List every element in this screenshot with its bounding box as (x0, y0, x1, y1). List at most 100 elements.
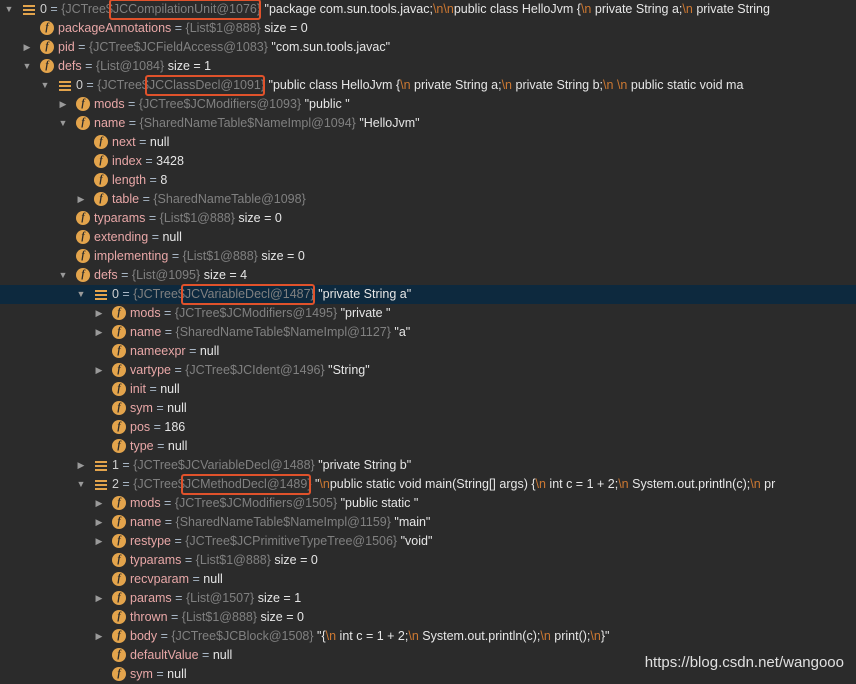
tree-row-content: recvparam = null (130, 572, 223, 586)
variable-name: mods (94, 97, 125, 111)
tree-row-content: nameexpr = null (130, 344, 220, 358)
expanded-arrow-icon[interactable]: ▼ (21, 57, 33, 76)
tree-row[interactable]: ▼ 0 = {JCTree$JCCompilationUnit@1076} "pa… (0, 0, 856, 19)
collapsed-arrow-icon[interactable]: ▶ (93, 323, 105, 342)
field-icon: f (112, 401, 126, 415)
variable-name: 0 (40, 2, 47, 16)
variable-value: "package com.sun.tools.javac;\n\npublic … (264, 2, 770, 16)
tree-row[interactable]: ▶ f mods = {JCTree$JCModifiers@1093} "publ… (0, 95, 856, 114)
tree-row[interactable]: f type = null (0, 437, 856, 456)
tree-row[interactable]: ▶ f body = {JCTree$JCBlock@1508} "{\n int … (0, 627, 856, 646)
variable-name: packageAnnotations (58, 21, 172, 35)
tree-row[interactable]: ▼ f name = {SharedNameTable$NameImpl@1094}… (0, 114, 856, 133)
collapsed-arrow-icon[interactable]: ▶ (75, 456, 87, 475)
tree-row[interactable]: f packageAnnotations = {List$1@888} size … (0, 19, 856, 38)
collapsed-arrow-icon[interactable]: ▶ (75, 190, 87, 209)
tree-row[interactable]: ▼ 0 = {JCTree$JCClassDecl@1091} "public c… (0, 76, 856, 95)
tree-row[interactable]: ▶ f params = {List@1507} size = 1 (0, 589, 856, 608)
tree-row[interactable]: ▶ f name = {SharedNameTable$NameImpl@1159}… (0, 513, 856, 532)
tree-row[interactable]: ▶ f pid = {JCTree$JCFieldAccess@1083} "com… (0, 38, 856, 57)
tree-row[interactable]: f index = 3428 (0, 152, 856, 171)
variable-value: "private String a" (318, 287, 412, 301)
tree-row[interactable]: f thrown = {List$1@888} size = 0 (0, 608, 856, 627)
tree-row[interactable]: f next = null (0, 133, 856, 152)
tree-row[interactable]: f recvparam = null (0, 570, 856, 589)
variable-type: {SharedNameTable$NameImpl@1094} (139, 116, 356, 130)
collapsed-arrow-icon[interactable]: ▶ (93, 532, 105, 551)
variable-name: 2 (112, 477, 119, 491)
variable-value: size = 1 (167, 59, 212, 73)
variable-type: {JCTree$JCPrimitiveTypeTree@1506} (185, 534, 398, 548)
tree-row[interactable]: f extending = null (0, 228, 856, 247)
expanded-arrow-icon[interactable]: ▼ (57, 266, 69, 285)
variable-type: {List$1@888} (159, 211, 235, 225)
tree-row[interactable]: f typarams = {List$1@888} size = 0 (0, 209, 856, 228)
tree-row[interactable]: f init = null (0, 380, 856, 399)
tree-row[interactable]: ▼ 0 = {JCTree$JCVariableDecl@1487} "priva… (0, 285, 856, 304)
tree-row[interactable]: ▼ f defs = {List@1095} size = 4 (0, 266, 856, 285)
field-icon: f (76, 268, 90, 282)
variable-name: pid (58, 40, 75, 54)
collapsed-arrow-icon[interactable]: ▶ (21, 38, 33, 57)
tree-row[interactable]: ▶ f vartype = {JCTree$JCIdent@1496} "Strin… (0, 361, 856, 380)
tree-row[interactable]: ▶ f name = {SharedNameTable$NameImpl@1127}… (0, 323, 856, 342)
expanded-arrow-icon[interactable]: ▼ (75, 475, 87, 494)
expanded-arrow-icon[interactable]: ▼ (3, 0, 15, 19)
tree-row[interactable]: ▶ 1 = {JCTree$JCVariableDecl@1488} "priva… (0, 456, 856, 475)
variable-type: {JCTree$JCIdent@1496} (185, 363, 325, 377)
tree-row-content: extending = null (94, 230, 182, 244)
variable-type: {List$1@888} (181, 610, 258, 624)
variable-value: size = 0 (274, 553, 318, 567)
field-icon: f (112, 515, 126, 529)
variable-value: null (203, 572, 223, 586)
variable-value: "public class HelloJvm {\n private Strin… (268, 78, 744, 92)
collapsed-arrow-icon[interactable]: ▶ (93, 513, 105, 532)
tree-row[interactable]: ▶ f restype = {JCTree$JCPrimitiveTypeTree@… (0, 532, 856, 551)
variable-name: length (112, 173, 147, 187)
field-icon: f (40, 59, 54, 73)
variable-name: thrown (130, 610, 168, 624)
field-icon: f (112, 591, 126, 605)
variable-name: body (130, 629, 158, 643)
variable-name: mods (130, 496, 161, 510)
variable-name: index (112, 154, 142, 168)
variable-type: {List$1@888} (195, 553, 271, 567)
tree-row[interactable]: f typarams = {List$1@888} size = 0 (0, 551, 856, 570)
collapsed-arrow-icon[interactable]: ▶ (93, 361, 105, 380)
tree-row[interactable]: f pos = 186 (0, 418, 856, 437)
expanded-arrow-icon[interactable]: ▼ (57, 114, 69, 133)
field-icon: f (94, 192, 108, 206)
expanded-arrow-icon[interactable]: ▼ (75, 285, 87, 304)
collapsed-arrow-icon[interactable]: ▶ (57, 95, 69, 114)
variable-type: {SharedNameTable@1098} (153, 192, 306, 206)
variable-value: null (167, 401, 187, 415)
variable-type: {SharedNameTable$NameImpl@1159} (175, 515, 391, 529)
tree-row[interactable]: ▼ f defs = {List@1084} size = 1 (0, 57, 856, 76)
tree-row[interactable]: f sym = null (0, 399, 856, 418)
collapsed-arrow-icon[interactable]: ▶ (93, 589, 105, 608)
expanded-arrow-icon[interactable]: ▼ (39, 76, 51, 95)
variable-name: defaultValue (130, 648, 199, 662)
collapsed-arrow-icon[interactable]: ▶ (93, 627, 105, 646)
variable-name: type (130, 439, 154, 453)
collapsed-arrow-icon[interactable]: ▶ (93, 304, 105, 323)
tree-row[interactable]: f nameexpr = null (0, 342, 856, 361)
collapsed-arrow-icon[interactable]: ▶ (93, 494, 105, 513)
tree-row[interactable]: ▶ f mods = {JCTree$JCModifiers@1495} "priv… (0, 304, 856, 323)
variable-value: null (160, 382, 180, 396)
tree-row[interactable]: f implementing = {List$1@888} size = 0 (0, 247, 856, 266)
tree-row-content: name = {SharedNameTable$NameImpl@1159} "… (130, 515, 431, 529)
tree-row[interactable]: ▶ f mods = {JCTree$JCModifiers@1505} "publ… (0, 494, 856, 513)
variable-type: {JCTree$JCModifiers@1093} (138, 97, 302, 111)
field-icon: f (112, 420, 126, 434)
field-icon: f (76, 230, 90, 244)
variable-type: {JCTree$JCVariableDecl@1488} (133, 458, 315, 472)
tree-row[interactable]: ▶ f table = {SharedNameTable@1098} (0, 190, 856, 209)
tree-row-content: 0 = {JCTree$JCCompilationUnit@1076} "pac… (40, 2, 770, 16)
tree-row[interactable]: ▼ 2 = {JCTree$JCMethodDecl@1489} "\npubli… (0, 475, 856, 494)
variable-value: "main" (394, 515, 431, 529)
tree-row[interactable]: f length = 8 (0, 171, 856, 190)
field-icon: f (112, 610, 126, 624)
tree-row-content: index = 3428 (112, 154, 184, 168)
tree-row-content: pid = {JCTree$JCFieldAccess@1083} "com.s… (58, 40, 391, 54)
